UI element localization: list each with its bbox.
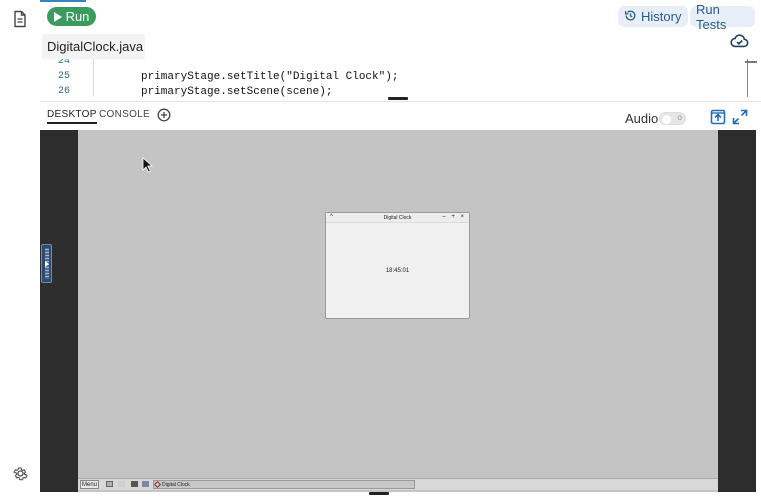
tab-console[interactable]: CONSOLE bbox=[99, 109, 150, 120]
clock-display: 18:45:01 bbox=[385, 268, 410, 274]
top-toolbar: Run History Run Tests bbox=[40, 0, 761, 34]
code-line: primaryStage.setTitle("Digital Clock"); bbox=[141, 71, 399, 83]
java-app-icon bbox=[153, 480, 162, 489]
line-number: 24 bbox=[58, 59, 71, 67]
output-tabs-bar: DESKTOP CONSOLE Audio o bbox=[40, 101, 761, 129]
window-titlebar[interactable]: ^ Digital Clock – + × bbox=[326, 213, 469, 223]
editor-resize-handle[interactable] bbox=[388, 97, 408, 100]
file-tab-label: DigitalClock.java bbox=[47, 39, 144, 54]
audio-label: Audio bbox=[625, 111, 659, 126]
file-tab-active[interactable]: DigitalClock.java bbox=[42, 34, 145, 59]
plus-circle-icon[interactable] bbox=[157, 108, 171, 127]
run-button[interactable]: Run bbox=[47, 7, 96, 26]
gear-icon[interactable] bbox=[12, 465, 29, 487]
browser-icon[interactable] bbox=[118, 481, 125, 487]
toggle-knob bbox=[662, 115, 671, 124]
editor-scroll-thumb[interactable] bbox=[745, 61, 757, 63]
code-editor[interactable]: 24 25 26 primaryStage.setTitle("Digital … bbox=[40, 59, 748, 97]
folder-icon[interactable] bbox=[142, 481, 149, 487]
desktop-side-panel-handle[interactable] bbox=[41, 244, 52, 283]
remote-taskbar: Menu Digital Clock bbox=[78, 478, 718, 490]
tab-desktop[interactable]: DESKTOP bbox=[47, 109, 97, 124]
editor-scrollbar[interactable] bbox=[747, 59, 748, 97]
mouse-cursor-icon bbox=[142, 157, 154, 178]
audio-toggle[interactable]: o bbox=[659, 112, 686, 125]
taskbar-task-label: Digital Clock bbox=[162, 482, 190, 488]
terminal-icon[interactable] bbox=[131, 481, 138, 487]
play-icon bbox=[53, 11, 62, 22]
code-line: primaryStage.setScene(scene); bbox=[141, 86, 333, 97]
toggle-off-indicator: o bbox=[677, 113, 682, 122]
gutter-divider bbox=[93, 59, 94, 97]
upload-icon[interactable] bbox=[710, 109, 726, 130]
desktop-show-icon[interactable] bbox=[106, 481, 113, 487]
expand-icon[interactable] bbox=[732, 109, 748, 130]
run-tests-button[interactable]: Run Tests bbox=[690, 2, 755, 32]
taskbar-menu-button[interactable]: Menu bbox=[80, 480, 100, 489]
panel-resize-handle[interactable] bbox=[369, 492, 389, 495]
line-number-gutter: 24 25 26 bbox=[40, 59, 90, 97]
run-tests-label: Run Tests bbox=[696, 1, 727, 32]
file-icon[interactable] bbox=[12, 10, 28, 33]
digital-clock-window[interactable]: ^ Digital Clock – + × 18:45:01 bbox=[325, 212, 470, 319]
history-button[interactable]: History bbox=[618, 6, 688, 27]
cloud-sync-icon[interactable] bbox=[730, 33, 749, 53]
ide-root: Run History Run Tests DigitalClock.java bbox=[0, 0, 761, 500]
chevron-right-icon bbox=[45, 261, 49, 267]
history-label: History bbox=[641, 9, 682, 24]
left-rail bbox=[0, 0, 40, 500]
line-number: 25 bbox=[58, 71, 71, 82]
taskbar-task-digital-clock[interactable]: Digital Clock bbox=[153, 480, 415, 489]
run-button-label: Run bbox=[65, 9, 90, 24]
window-controls[interactable]: – + × bbox=[442, 214, 466, 220]
line-number: 26 bbox=[58, 86, 71, 97]
history-icon bbox=[624, 9, 637, 25]
